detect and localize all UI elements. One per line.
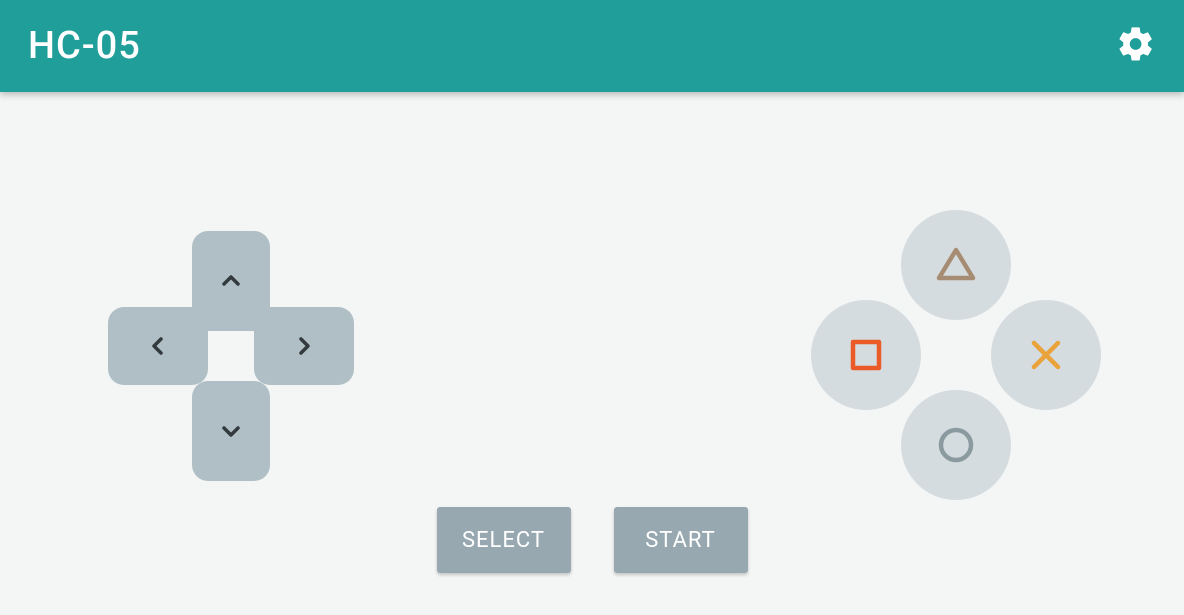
- start-button[interactable]: START: [614, 507, 748, 573]
- square-icon: [844, 333, 888, 377]
- dpad-left-button[interactable]: [108, 307, 208, 385]
- dpad-down-button[interactable]: [192, 381, 270, 481]
- face-triangle-button[interactable]: [901, 210, 1011, 320]
- face-square-button[interactable]: [811, 300, 921, 410]
- select-button[interactable]: SELECT: [437, 507, 571, 573]
- triangle-icon: [934, 243, 978, 287]
- chevron-right-icon: [292, 334, 316, 358]
- face-buttons: [801, 210, 1101, 510]
- app-toolbar: HC-05: [0, 0, 1184, 92]
- chevron-left-icon: [146, 334, 170, 358]
- dpad-right-button[interactable]: [254, 307, 354, 385]
- app-title: HC-05: [28, 24, 141, 68]
- chevron-down-icon: [219, 419, 243, 443]
- cross-icon: [1024, 333, 1068, 377]
- face-circle-button[interactable]: [901, 390, 1011, 500]
- chevron-up-icon: [219, 269, 243, 293]
- face-cross-button[interactable]: [991, 300, 1101, 410]
- gear-icon: [1116, 24, 1156, 64]
- settings-button[interactable]: [1116, 24, 1156, 68]
- circle-icon: [934, 423, 978, 467]
- center-buttons: SELECT START: [0, 507, 1184, 573]
